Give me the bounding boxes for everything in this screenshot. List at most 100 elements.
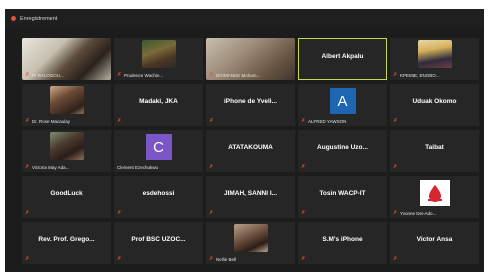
recording-label: Enregistrement [20,15,58,22]
participant-tile[interactable]: Victor Ansa ✗ [390,222,479,264]
mic-muted-icon: ✗ [209,72,214,78]
participant-caption-label: Clement Ezechukwu [117,165,159,170]
mic-muted-icon: ✗ [301,118,306,124]
participant-tile[interactable]: ✗ Nellie Bell [206,222,295,264]
mic-muted-icon: ✗ [209,210,214,216]
participant-tile[interactable]: iPhone de Yveli... ✗ [206,84,295,126]
mic-muted-icon: ✗ [209,118,214,124]
mic-muted-icon: ✗ [393,164,398,170]
participant-caption-label: Dr. Rose Macaulay [32,118,71,124]
participant-name: JIMAH, SANNI I... [223,190,278,197]
participant-caption: ✗ [393,118,400,124]
participant-caption: ✗ ALFRED YAWSON [301,118,346,124]
participant-tile[interactable]: ✗ Victoria May Ada... [22,130,111,172]
zoom-window: Enregistrement ✗ Pr BALOGOU... ✗ Prudence W… [5,9,484,272]
participant-tile[interactable]: ATATAKOUMA ✗ [206,130,295,172]
participant-caption: ✗ [209,118,216,124]
participant-caption: ✗ [209,210,216,216]
participant-caption: ✗ [301,256,308,262]
mic-muted-icon: ✗ [117,256,122,262]
participant-caption: ✗ Nellie Bell [209,256,236,262]
participant-video [49,132,84,160]
participant-name: Victor Ansa [416,236,453,243]
mic-muted-icon: ✗ [393,72,398,78]
participant-tile[interactable]: ✗ DIOMANDE Moham... [206,38,295,80]
mic-muted-icon: ✗ [25,256,30,262]
participant-caption: ✗ DIOMANDE Moham... [209,72,260,78]
participant-video [141,40,176,68]
participant-avatar: C [145,134,172,160]
participant-tile[interactable]: C Clement Ezechukwu [114,130,203,172]
participant-tile[interactable]: Madaki, JKA ✗ [114,84,203,126]
participant-tile[interactable]: Albert Akpalu [298,38,387,80]
participant-name: Uduak Okomo [412,98,457,105]
participant-caption: ✗ Pr BALOGOU... [25,72,64,78]
mic-muted-icon: ✗ [301,164,306,170]
mic-muted-icon: ✗ [393,118,398,124]
participant-caption: Clement Ezechukwu [117,165,158,170]
mic-muted-icon: ✗ [117,72,122,78]
mic-muted-icon: ✗ [209,164,214,170]
participant-caption-label: Yvonne Dei-Ado... [400,210,437,216]
participant-video [417,40,452,68]
participant-caption: ✗ [25,210,32,216]
participant-caption: ✗ [393,164,400,170]
participant-caption-label: KPEMIE, ENOBO... [400,72,440,78]
mic-muted-icon: ✗ [25,210,30,216]
participant-gallery: ✗ Pr BALOGOU... ✗ Prudence Wachin... ✗ DIOMAN… [22,38,479,268]
participant-caption: ✗ Prudence Wachin... [117,72,163,78]
participant-name: Albert Akpalu [321,53,364,60]
mic-muted-icon: ✗ [117,210,122,216]
participant-name: GoodLuck [50,190,83,197]
participant-caption: ✗ [117,210,124,216]
participant-tile[interactable]: Augustine Uzo... ✗ [298,130,387,172]
participant-tile[interactable]: Tosin WACP-IT ✗ [298,176,387,218]
participant-caption: ✗ [117,256,124,262]
participant-tile[interactable]: JIMAH, SANNI I... ✗ [206,176,295,218]
recording-icon [11,16,16,21]
participant-caption: ✗ Victoria May Ada... [25,164,69,170]
participant-tile[interactable]: ✗ Pr BALOGOU... [22,38,111,80]
participant-caption: ✗ [393,256,400,262]
participant-tile[interactable]: ✗ Yvonne Dei-Ado... [390,176,479,218]
participant-name: ATATAKOUMA [228,144,273,151]
participant-tile[interactable]: Uduak Okomo ✗ [390,84,479,126]
participant-avatar: A [329,88,356,114]
participant-caption-label: Prudence Wachin... [124,72,164,78]
participant-name: Rev. Prof. Grego... [38,236,95,243]
mic-muted-icon: ✗ [25,72,30,78]
participant-caption: ✗ Dr. Rose Macaulay [25,118,70,124]
participant-tile[interactable]: GoodLuck ✗ [22,176,111,218]
participant-name: Tosin WACP-IT [319,190,366,197]
mic-muted-icon: ✗ [25,164,30,170]
blood-drop-logo-icon [419,180,450,206]
participant-caption-label: Nellie Bell [216,256,237,262]
participant-caption: ✗ Yvonne Dei-Ado... [393,210,436,216]
participant-tile[interactable]: Prof BSC UZOC... ✗ [114,222,203,264]
participant-caption-label: Pr BALOGOU... [32,72,64,78]
participant-tile[interactable]: Taibat ✗ [390,130,479,172]
participant-video [49,86,84,114]
participant-tile[interactable]: ✗ Dr. Rose Macaulay [22,84,111,126]
mic-muted-icon: ✗ [301,210,306,216]
participant-caption: ✗ KPEMIE, ENOBO... [393,72,440,78]
mic-muted-icon: ✗ [25,118,30,124]
participant-tile[interactable]: esdehossi ✗ [114,176,203,218]
participant-tile[interactable]: Rev. Prof. Grego... ✗ [22,222,111,264]
participant-tile[interactable]: A ✗ ALFRED YAWSON [298,84,387,126]
participant-name: Taibat [425,144,444,151]
participant-name: S.M's iPhone [322,236,363,243]
participant-name: Prof BSC UZOC... [131,236,186,243]
participant-tile[interactable]: ✗ KPEMIE, ENOBO... [390,38,479,80]
participant-caption: ✗ [209,164,216,170]
mic-muted-icon: ✗ [393,256,398,262]
participant-name: Madaki, JKA [139,98,178,105]
participant-tile[interactable]: S.M's iPhone ✗ [298,222,387,264]
participant-name: Augustine Uzo... [317,144,368,151]
participant-name: esdehossi [142,190,175,197]
participant-name: iPhone de Yveli... [224,98,277,105]
participant-tile[interactable]: ✗ Prudence Wachin... [114,38,203,80]
participant-caption: ✗ [25,256,32,262]
participant-video [233,224,268,252]
participant-caption-label: ALFRED YAWSON [308,118,347,124]
